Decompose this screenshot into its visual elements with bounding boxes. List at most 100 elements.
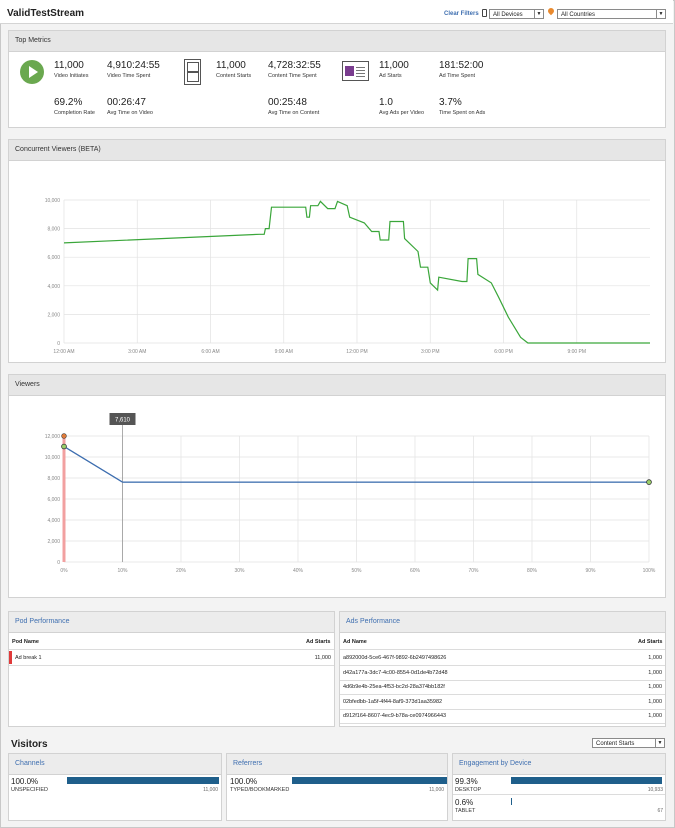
avg-time-on-video-value: 00:26:47 — [107, 97, 146, 108]
completion-rate-label: Completion Rate — [54, 110, 95, 116]
pod-performance-panel: Pod Performance — [8, 611, 335, 727]
ad-name-cell: a892000d-5ce6-467f-9892-6b2497498626 — [343, 655, 447, 661]
panel-title: Viewers — [9, 375, 665, 396]
y-tick-label: 12,000 — [45, 434, 61, 440]
ad-name-cell: d42a177a-3dc7-4c00-8554-0d1de4b72d48 — [343, 669, 448, 676]
y-tick-label: 6,000 — [47, 255, 60, 261]
table-row[interactable]: a892000d-5ce6-467f-9892-6b2497498626 1,00… — [340, 651, 665, 665]
panel-title: Engagement by Device — [453, 754, 665, 775]
table-row[interactable]: Ad break 1 11,000 — [9, 651, 334, 664]
panel-title: Top Metrics — [9, 31, 665, 52]
x-tick-label: 9:00 PM — [567, 349, 586, 355]
x-tick-label: 6:00 PM — [494, 349, 513, 355]
panel-title: Referrers — [227, 754, 447, 775]
content-starts-label: Content Starts — [216, 73, 252, 79]
visitors-metric-select[interactable]: Content Starts ▼ — [592, 738, 665, 748]
clear-filters-link[interactable]: Clear Filters — [444, 11, 479, 17]
x-tick-label: 12:00 PM — [346, 349, 367, 355]
pod-name-cell: Ad break 1 — [15, 655, 42, 661]
y-tick-label: 0 — [57, 341, 60, 347]
ad-time-spent-label: Ad Time Spent — [439, 73, 476, 79]
device-select[interactable]: All Devices ▼ — [489, 9, 544, 19]
ad-starts-value: 11,000 — [379, 60, 409, 71]
avg-time-on-content-label: Avg Time on Content — [268, 110, 320, 116]
ad-starts-cell: 1,000 — [648, 713, 662, 719]
y-tick-label: 8,000 — [47, 476, 60, 482]
avg-ads-per-video-value: 1.0 — [379, 97, 393, 108]
panel-title: Channels — [9, 754, 221, 775]
referrers-pct: 100.0% — [230, 777, 258, 786]
table-divider — [9, 649, 334, 650]
table-row[interactable]: d42a177a-3dc7-4c00-8554-0d1de4b72d48 1,00… — [340, 666, 665, 680]
ad-name-cell: d912f164-8607-4ec9-b78a-ce0974966443 — [343, 713, 447, 719]
table-divider — [340, 649, 665, 650]
chevron-down-icon: ▼ — [534, 10, 543, 18]
x-tick-label: 20% — [176, 568, 187, 574]
x-tick-label: 50% — [351, 568, 362, 574]
ad-starts-cell: 1,000 — [648, 655, 662, 661]
video-initiates-label: Video Initiates — [54, 73, 89, 79]
avg-ads-per-video-label: Avg Ads per Video — [379, 110, 425, 116]
referrers-label: TYPED/BOOKMARKED — [230, 787, 290, 793]
page-title: ValidTestStream — [7, 8, 85, 19]
avg-time-on-video-label: Avg Time on Video — [107, 110, 153, 116]
ad-name-header: Ad Name — [343, 639, 367, 645]
visitors-select-value: Content Starts — [596, 741, 635, 747]
chevron-down-icon: ▼ — [656, 10, 665, 18]
x-tick-label: 60% — [410, 568, 421, 574]
channels-count: 11,000 — [203, 787, 218, 793]
table-row[interactable]: 02bfedbb-1a5f-4f44-8af9-373d1aa35982 1,00… — [340, 695, 665, 709]
ad-starts-header: Ad Starts — [638, 639, 663, 645]
viewers-chart: 0 2,000 4,000 6,000 8,000 10,000 12,000 0% 10% 20… — [45, 413, 656, 574]
data-point — [646, 479, 652, 485]
cursor-tooltip-label: 7,610 — [115, 418, 131, 424]
channels-pct: 100.0% — [11, 777, 39, 786]
ad-time-spent-value: 181:52:00 — [439, 60, 484, 71]
avg-time-on-content-value: 00:25:48 — [268, 97, 307, 108]
panel-title: Concurrent Viewers (BETA) — [9, 140, 665, 161]
video-initiates-value: 11,000 — [54, 60, 84, 71]
y-tick-label: 10,000 — [45, 455, 61, 461]
table-divider — [453, 794, 665, 795]
video-time-spent-label: Video Time Spent — [107, 73, 151, 79]
header-divider — [0, 23, 673, 24]
desktop-bar — [511, 777, 662, 784]
video-time-spent-value: 4,910:24:55 — [107, 60, 160, 71]
country-select-value: All Countries — [561, 12, 596, 18]
time-spent-on-ads-value: 3.7% — [439, 97, 462, 108]
panel-title: Ads Performance — [340, 612, 665, 633]
country-select[interactable]: All Countries ▼ — [557, 9, 666, 19]
data-point — [61, 443, 67, 450]
table-divider — [340, 723, 665, 724]
table-row[interactable]: d912f164-8607-4ec9-b78a-ce0974966443 1,00… — [340, 709, 665, 723]
data-point — [61, 433, 67, 439]
y-tick-label: 4,000 — [47, 284, 60, 290]
table-row[interactable]: 4d6b9e4b-25ea-4f53-bc2d-28a374bb182f 1,00… — [340, 680, 665, 694]
x-tick-label: 70% — [468, 568, 479, 574]
mobile-device-icon — [482, 9, 487, 17]
content-starts-value: 11,000 — [216, 60, 246, 71]
panel-title: Pod Performance — [9, 612, 334, 633]
x-tick-label: 3:00 PM — [421, 349, 440, 355]
ad-name-cell: 4d6b9e4b-25ea-4f53-bc2d-28a374bb182f — [343, 684, 445, 690]
ad-icon — [342, 61, 369, 81]
channels-label: UNSPECIFIED — [11, 787, 48, 793]
x-tick-label: 40% — [293, 568, 304, 574]
x-tick-label: 9:00 AM — [275, 349, 293, 355]
referrers-bar — [292, 777, 447, 784]
x-tick-label: 80% — [527, 568, 538, 574]
tablet-count: 67 — [657, 808, 663, 814]
device-select-value: All Devices — [493, 12, 523, 18]
x-tick-label: 3:00 AM — [128, 349, 146, 355]
film-icon — [184, 59, 201, 85]
completion-rate-value: 69.2% — [54, 97, 83, 108]
content-time-spent-value: 4,728:32:55 — [268, 60, 321, 71]
chevron-down-icon: ▼ — [655, 739, 664, 747]
y-tick-label: 2,000 — [47, 539, 60, 545]
content-time-spent-label: Content Time Spent — [268, 73, 317, 79]
tablet-label: TABLET — [455, 808, 476, 814]
play-icon — [20, 60, 44, 84]
desktop-pct: 99.3% — [455, 777, 478, 786]
x-tick-label: 6:00 AM — [201, 349, 219, 355]
ad-starts-cell: 1,000 — [648, 698, 662, 705]
